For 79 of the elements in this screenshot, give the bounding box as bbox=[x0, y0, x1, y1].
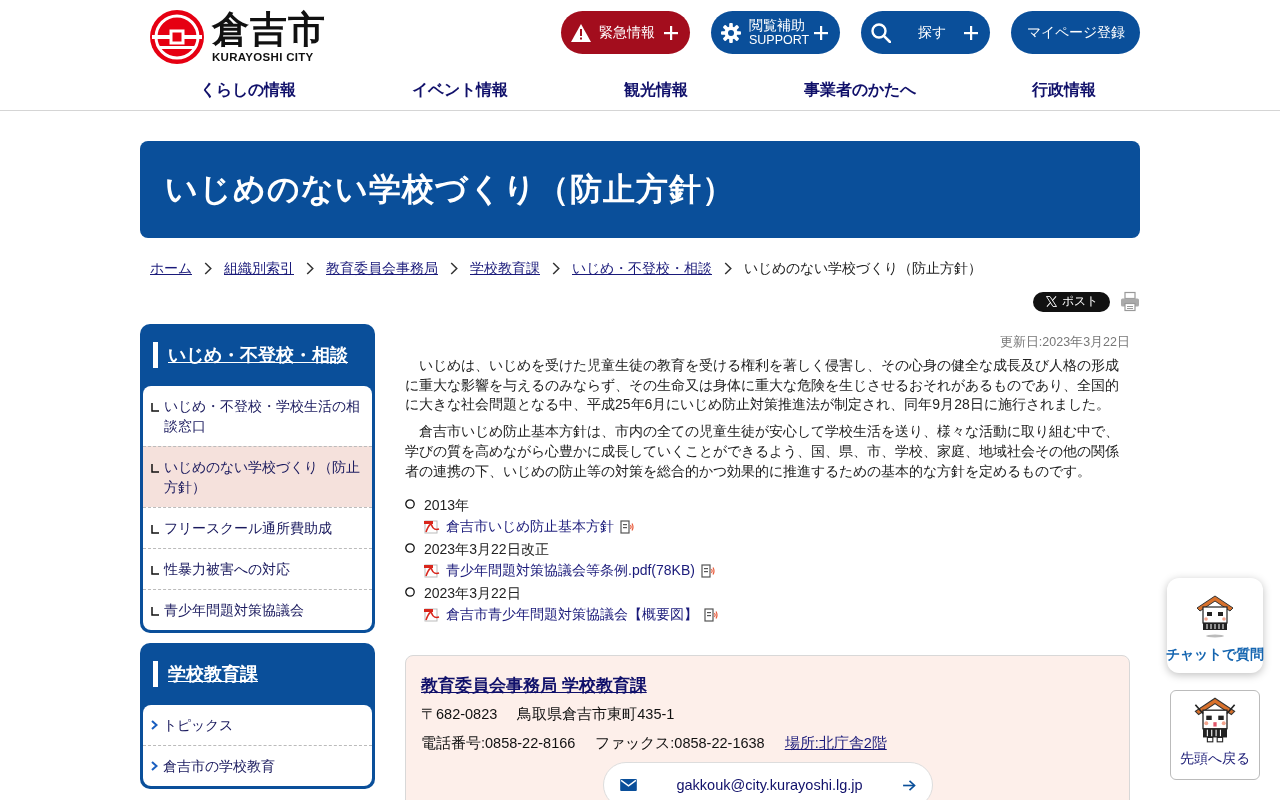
bullet-icon bbox=[405, 499, 415, 510]
heading-bar-icon bbox=[153, 342, 158, 368]
pdf-icon bbox=[424, 519, 440, 534]
document-sound-icon[interactable] bbox=[620, 519, 634, 534]
nav-link[interactable]: イベント情報 bbox=[412, 79, 508, 101]
address-text: 鳥取県倉吉市東町435-1 bbox=[517, 705, 675, 725]
house-mascot-icon bbox=[1193, 696, 1237, 744]
emergency-button[interactable]: 緊急情報 bbox=[561, 11, 690, 54]
post-button[interactable]: ポスト bbox=[1033, 291, 1110, 312]
chevron-icon bbox=[450, 261, 458, 275]
gear-icon bbox=[721, 22, 741, 43]
breadcrumb-current: いじめのない学校づくり（防止方針） bbox=[744, 259, 982, 278]
sidebar-item[interactable]: 性暴力被害への対応 bbox=[143, 548, 372, 589]
sidebar-item[interactable]: 倉吉市の学校教育 bbox=[143, 745, 372, 786]
sidebar-item[interactable]: 青少年問題対策協議会 bbox=[143, 589, 372, 630]
sidebar-item[interactable]: フリースクール通所費助成 bbox=[143, 507, 372, 548]
corner-icon bbox=[151, 607, 159, 616]
nav-link[interactable]: 行政情報 bbox=[1032, 79, 1096, 101]
heading-bar-icon bbox=[153, 661, 158, 687]
sidebar-item[interactable]: トピックス bbox=[143, 705, 372, 745]
corner-icon bbox=[151, 566, 159, 575]
email-button[interactable]: gakkouk@city.kurayoshi.lg.jp bbox=[602, 762, 933, 800]
breadcrumb-link[interactable]: 学校教育課 bbox=[470, 258, 540, 278]
mail-icon bbox=[619, 779, 637, 792]
document-link[interactable]: 青少年問題対策協議会等条例.pdf(78KB) bbox=[446, 560, 695, 582]
breadcrumb-link[interactable]: いじめ・不登校・相談 bbox=[572, 258, 712, 278]
sidebar-item[interactable]: いじめのない学校づくり（防止方針） bbox=[143, 446, 372, 507]
corner-icon bbox=[151, 525, 159, 534]
pdf-icon bbox=[424, 607, 440, 622]
city-emblem-icon bbox=[150, 10, 204, 64]
location-link[interactable]: 場所:北庁舎2階 bbox=[784, 732, 887, 755]
body-paragraph: 倉吉市いじめ防止基本方針は、市内の全ての児童生徒が安心して学校生活を送り、様々な活動に取り組む中で、学びの質を高めながら心豊かに成長していくことができるよう、国、県、市、学校、家庭、地域社会その他の関係者の連携の下、いじめの防止等の対策を総合的かつ効果的に推進するための基本的な方針を定めるものです。 bbox=[405, 422, 1120, 481]
chevron-icon bbox=[724, 261, 732, 275]
search-button[interactable]: 探す bbox=[861, 11, 990, 54]
document-sound-icon[interactable] bbox=[704, 607, 718, 622]
chevron-icon bbox=[151, 720, 158, 730]
mypage-button[interactable]: マイページ登録 bbox=[1011, 11, 1140, 54]
phone-number: 電話番号:0858-22-8166 bbox=[421, 734, 576, 754]
x-logo-icon bbox=[1045, 296, 1057, 307]
logo-subtitle: KURAYOSHI CITY bbox=[212, 50, 314, 64]
document-date: 2023年3月22日 bbox=[424, 584, 521, 604]
printer-icon[interactable] bbox=[1120, 291, 1140, 312]
page-title: いじめのない学校づくり（防止方針） bbox=[165, 169, 735, 209]
support-button[interactable]: 閲覧補助 SUPPORT bbox=[711, 11, 840, 54]
nav-link[interactable]: くらしの情報 bbox=[200, 79, 296, 101]
postal-code: 〒682-0823 bbox=[421, 705, 498, 725]
body-paragraph: いじめは、いじめを受けた児童生徒の教育を受ける権利を著しく侵害し、その心身の健全な成長及び人格の形成に重大な影響を与えるのみならず、その生命又は身体に重大な危険を生じさせるおそれがあるものであり、全国的に大きな社会問題となる中、平成25年6月にいじめ防止対策推進法が制定され、同年9月28日に施行されました。 bbox=[405, 356, 1120, 415]
updated-date: 更新日:2023年3月22日 bbox=[998, 335, 1130, 349]
corner-icon bbox=[151, 403, 159, 412]
nav-link[interactable]: 事業者のかたへ bbox=[804, 79, 916, 101]
nav-link[interactable]: 観光情報 bbox=[624, 79, 688, 101]
sidebar-heading-link[interactable]: 学校教育課 bbox=[168, 662, 258, 686]
document-link[interactable]: 倉吉市青少年問題対策協議会【概要図】 bbox=[446, 604, 698, 626]
warning-icon bbox=[571, 22, 591, 43]
document-link[interactable]: 倉吉市いじめ防止基本方針 bbox=[446, 516, 614, 538]
breadcrumb-link[interactable]: 教育委員会事務局 bbox=[326, 258, 438, 278]
logo-wordmark[interactable]: 倉吉市 bbox=[212, 10, 326, 50]
sidebar-heading-link[interactable]: いじめ・不登校・相談 bbox=[168, 343, 348, 367]
bullet-icon bbox=[405, 543, 415, 554]
bullet-icon bbox=[405, 587, 415, 598]
document-date: 2023年3月22日改正 bbox=[424, 540, 549, 560]
sidebar-item[interactable]: いじめ・不登校・学校生活の相談窓口 bbox=[143, 386, 372, 446]
chevron-icon bbox=[552, 261, 560, 275]
chevron-icon bbox=[306, 261, 314, 275]
fax-number: ファックス:0858-22-1638 bbox=[595, 734, 765, 754]
chevron-icon bbox=[151, 761, 158, 771]
arrow-icon bbox=[902, 779, 916, 791]
document-sound-icon[interactable] bbox=[700, 563, 715, 578]
pdf-icon bbox=[424, 563, 440, 578]
search-icon bbox=[871, 22, 891, 43]
chat-button[interactable]: チャットで質問 bbox=[1167, 578, 1263, 673]
document-date: 2013年 bbox=[424, 496, 470, 516]
back-to-top-button[interactable]: 先頭へ戻る bbox=[1170, 690, 1260, 780]
corner-icon bbox=[151, 464, 159, 473]
house-mascot-icon bbox=[1195, 594, 1235, 638]
breadcrumb-link[interactable]: ホーム bbox=[150, 258, 192, 278]
chevron-icon bbox=[204, 261, 212, 275]
breadcrumb-link[interactable]: 組織別索引 bbox=[224, 258, 294, 278]
department-link[interactable]: 教育委員会事務局 学校教育課 bbox=[421, 674, 647, 699]
